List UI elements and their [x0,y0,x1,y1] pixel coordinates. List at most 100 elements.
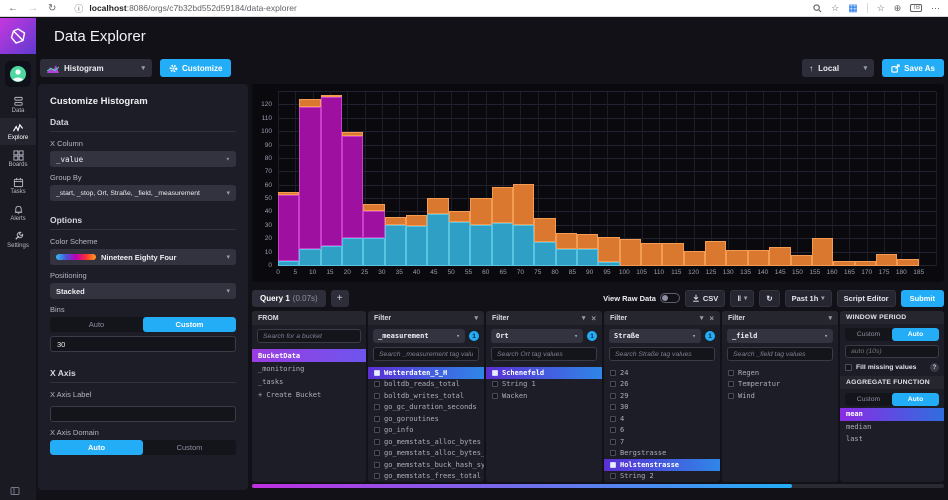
local-dropdown[interactable]: ↑ Local ▾ [802,59,874,77]
sidebar-item-boards[interactable]: Boards [0,145,36,172]
fill-missing-checkbox[interactable] [845,364,852,371]
checkbox[interactable] [610,462,616,468]
histogram-bar-segment[interactable] [321,95,342,98]
aggregate-auto-option[interactable]: Auto [892,393,939,406]
tag-value-item[interactable]: Wetterdaten_S_H [368,367,484,379]
globe-icon[interactable]: ⊕ [894,3,902,14]
histogram-bar-segment[interactable] [577,249,598,266]
bucket-item[interactable]: BucketData [252,349,366,362]
tag-value-item[interactable]: go_memstats_alloc_bytes_t… [368,448,484,460]
histogram-bar-segment[interactable] [791,255,812,266]
sidebar-item-data[interactable]: Data [0,91,36,118]
checkbox[interactable] [374,393,380,399]
tag-value-item[interactable]: go_goroutines [368,413,484,425]
aggregate-custom-option[interactable]: Custom [845,393,892,406]
histogram-bar-segment[interactable] [620,239,641,266]
bucket-item[interactable]: _tasks [252,375,366,388]
bookmark-star-icon[interactable]: ☆ [877,3,885,14]
checkbox[interactable] [728,370,734,376]
pause-button[interactable]: ‖ ▾ [730,290,754,307]
histogram-bar-segment[interactable] [342,238,363,266]
histogram-bar-segment[interactable] [492,187,513,223]
bucket-search-input[interactable] [257,329,361,343]
window-auto-option[interactable]: Auto [892,328,939,341]
positioning-dropdown[interactable]: Stacked ▾ [50,283,236,299]
view-raw-data-toggle[interactable] [660,293,680,303]
bucket-item[interactable]: + Create Bucket [252,388,366,401]
checkbox[interactable] [492,393,498,399]
checkbox[interactable] [610,381,616,387]
histogram-bar-segment[interactable] [363,204,384,211]
histogram-bar-segment[interactable] [278,192,299,195]
visualization-type-dropdown[interactable]: Histogram ▾ [40,59,152,77]
histogram-bar-segment[interactable] [470,198,491,225]
filter-key-dropdown[interactable]: Straße▾ [609,329,701,343]
tag-value-item[interactable]: go_memstats_buck_hash_sys… [368,459,484,471]
checkbox[interactable] [374,416,380,422]
histogram-bar-segment[interactable] [449,211,470,222]
histogram-bar-segment[interactable] [598,237,619,262]
tag-value-item[interactable]: Schenefeld [486,367,602,379]
histogram-bar-segment[interactable] [513,184,534,224]
reload-icon[interactable]: ↻ [48,3,56,14]
x-column-dropdown[interactable]: _value ▾ [50,151,236,167]
bins-input[interactable] [50,336,236,352]
histogram-bar-segment[interactable] [492,223,513,266]
site-info-icon[interactable]: ⓘ [74,2,83,15]
histogram-bar-segment[interactable] [855,261,876,266]
histogram-bar-segment[interactable] [534,242,555,266]
checkbox[interactable] [728,393,734,399]
x-axis-label-input[interactable] [50,406,236,422]
query-tab[interactable]: Query 1 (0.07s) [252,290,326,307]
forward-icon[interactable]: → [28,3,38,14]
bins-custom-option[interactable]: Custom [143,317,236,332]
tag-value-item[interactable]: Wacken [486,390,602,402]
histogram-bar-segment[interactable] [769,247,790,266]
checkbox[interactable] [374,462,380,468]
notebook-extension-icon[interactable]: TB [910,4,922,12]
histogram-bar-segment[interactable] [321,246,342,266]
aggregate-function-item[interactable]: median [840,421,944,434]
checkbox[interactable] [610,404,616,410]
chevron-down-icon[interactable]: ▾ [474,314,478,322]
aggregate-function-item[interactable]: mean [840,408,944,421]
time-range-dropdown[interactable]: Past 1h ▾ [785,290,832,307]
histogram-chart[interactable]: 0102030405060708090100110120 05101520253… [252,84,944,282]
histogram-bar-segment[interactable] [406,226,427,266]
histogram-bar-segment[interactable] [299,249,320,266]
histogram-bar-segment[interactable] [299,107,320,249]
histogram-bar-segment[interactable] [556,249,577,266]
tag-value-search-input[interactable] [609,347,715,361]
help-icon[interactable]: ? [930,363,939,372]
histogram-bar-segment[interactable] [427,198,448,214]
checkbox[interactable] [728,381,734,387]
histogram-bar-segment[interactable] [897,259,918,266]
submit-button[interactable]: Submit [901,290,944,307]
checkbox[interactable] [374,450,380,456]
checkbox[interactable] [374,439,380,445]
bucket-item[interactable]: _monitoring [252,362,366,375]
tag-value-item[interactable]: 4 [604,413,720,425]
tag-value-search-input[interactable] [727,347,833,361]
close-icon[interactable]: × [591,314,596,323]
checkbox[interactable] [610,393,616,399]
histogram-bar-segment[interactable] [598,262,619,266]
tag-value-item[interactable]: 29 [604,390,720,402]
histogram-bar-segment[interactable] [705,241,726,266]
close-icon[interactable]: × [709,314,714,323]
bins-auto-option[interactable]: Auto [50,317,143,332]
extension-grid-icon[interactable]: ▦ [848,3,857,14]
search-icon[interactable] [813,4,822,13]
save-as-button[interactable]: Save As [882,59,944,77]
tag-value-item[interactable]: String 1 [486,379,602,391]
checkbox[interactable] [374,381,380,387]
sidebar-item-settings[interactable]: Settings [0,226,36,253]
sidebar-item-alerts[interactable]: Alerts [0,199,36,226]
histogram-bar-segment[interactable] [278,195,299,261]
histogram-bar-segment[interactable] [321,97,342,246]
filter-key-dropdown[interactable]: _field▾ [727,329,833,343]
window-custom-option[interactable]: Custom [845,328,892,341]
histogram-bar-segment[interactable] [662,243,683,266]
checkbox[interactable] [610,439,616,445]
histogram-bar-segment[interactable] [470,225,491,266]
